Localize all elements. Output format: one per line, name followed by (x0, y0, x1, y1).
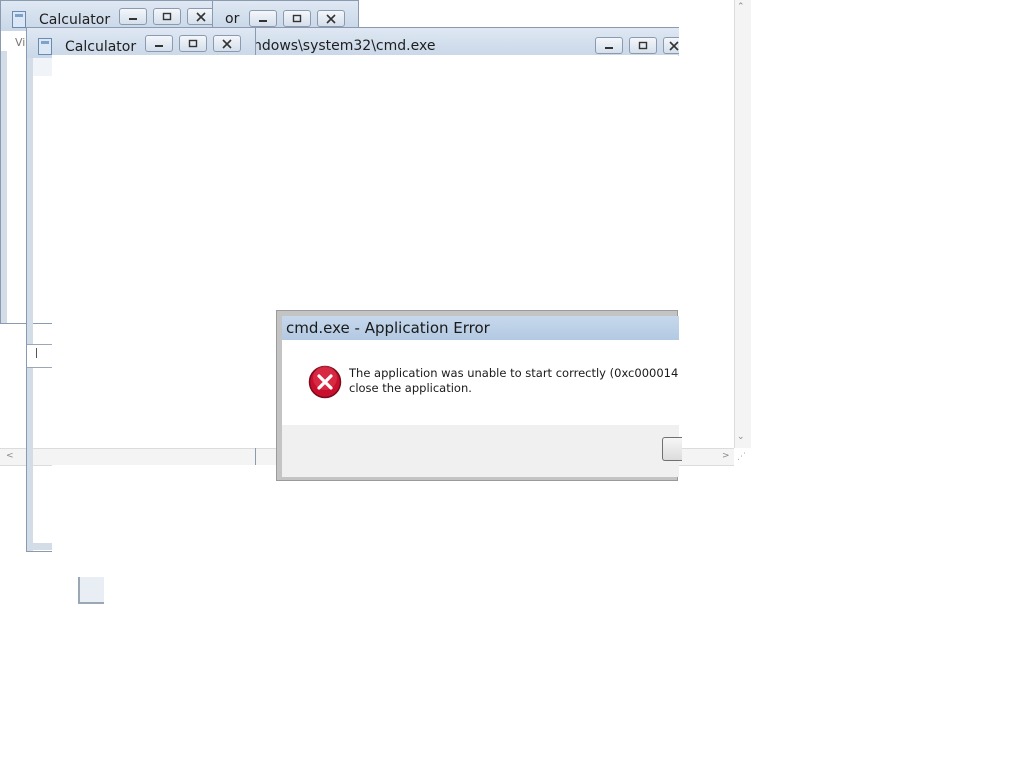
close-icon (669, 41, 679, 51)
maximize-button[interactable] (283, 10, 311, 27)
error-message: The application was unable to start corr… (349, 366, 679, 396)
dialog-footer: OK (282, 425, 682, 477)
maximize-icon (638, 41, 648, 50)
scroll-right-icon[interactable]: > (722, 451, 730, 461)
error-icon (308, 365, 342, 399)
ok-button[interactable]: OK (662, 437, 682, 461)
scroll-left-icon[interactable]: < (6, 451, 14, 461)
calculator-icon (12, 11, 26, 28)
minimize-icon (259, 20, 267, 22)
dialog-title: cmd.exe - Application Error (286, 319, 490, 337)
close-icon (196, 12, 206, 22)
calculator-back-menu: Vi (15, 36, 26, 49)
calculator-front-title: Calculator (65, 39, 137, 55)
dialog-body: The application was unable to start corr… (282, 340, 679, 425)
application-error-dialog: cmd.exe - Application Error The applicat… (276, 310, 682, 481)
minimize-button[interactable] (145, 35, 173, 52)
error-message-line-1: The application was unable to start corr… (349, 366, 679, 380)
close-button[interactable] (317, 10, 345, 27)
maximize-icon (162, 12, 172, 21)
cmd-window-title: ndows\system32\cmd.exe (253, 38, 436, 54)
close-button[interactable] (213, 35, 241, 52)
maximize-button[interactable] (629, 37, 657, 54)
close-button[interactable] (663, 37, 679, 54)
cmd-window: ndows\system32\cmd.exe (230, 27, 679, 56)
minimize-icon (129, 18, 137, 20)
minimize-icon (605, 47, 613, 49)
scroll-up-icon[interactable]: ⌃ (737, 2, 745, 12)
ghost-window-title: or (225, 11, 240, 27)
window-fragment (78, 577, 104, 604)
minimize-button[interactable] (595, 37, 623, 54)
close-icon (222, 39, 232, 49)
minimize-button[interactable] (119, 8, 147, 25)
close-button[interactable] (187, 8, 215, 25)
maximize-icon (188, 39, 198, 48)
calculator-back-title: Calculator (39, 12, 111, 28)
maximize-button[interactable] (179, 35, 207, 52)
resize-grip-icon[interactable]: ⋰ (737, 452, 746, 462)
ghost-window-back: or (212, 0, 359, 29)
dialog-titlebar[interactable]: cmd.exe - Application Error (282, 316, 679, 340)
minimize-icon (155, 45, 163, 47)
maximize-icon (292, 14, 302, 23)
error-message-line-2: close the application. (349, 381, 472, 395)
close-icon (326, 14, 336, 24)
vertical-scrollbar[interactable] (734, 0, 751, 448)
maximize-button[interactable] (153, 8, 181, 25)
scroll-down-icon[interactable]: ⌄ (737, 432, 745, 442)
calculator-icon (38, 38, 52, 55)
minimize-button[interactable] (249, 10, 277, 27)
